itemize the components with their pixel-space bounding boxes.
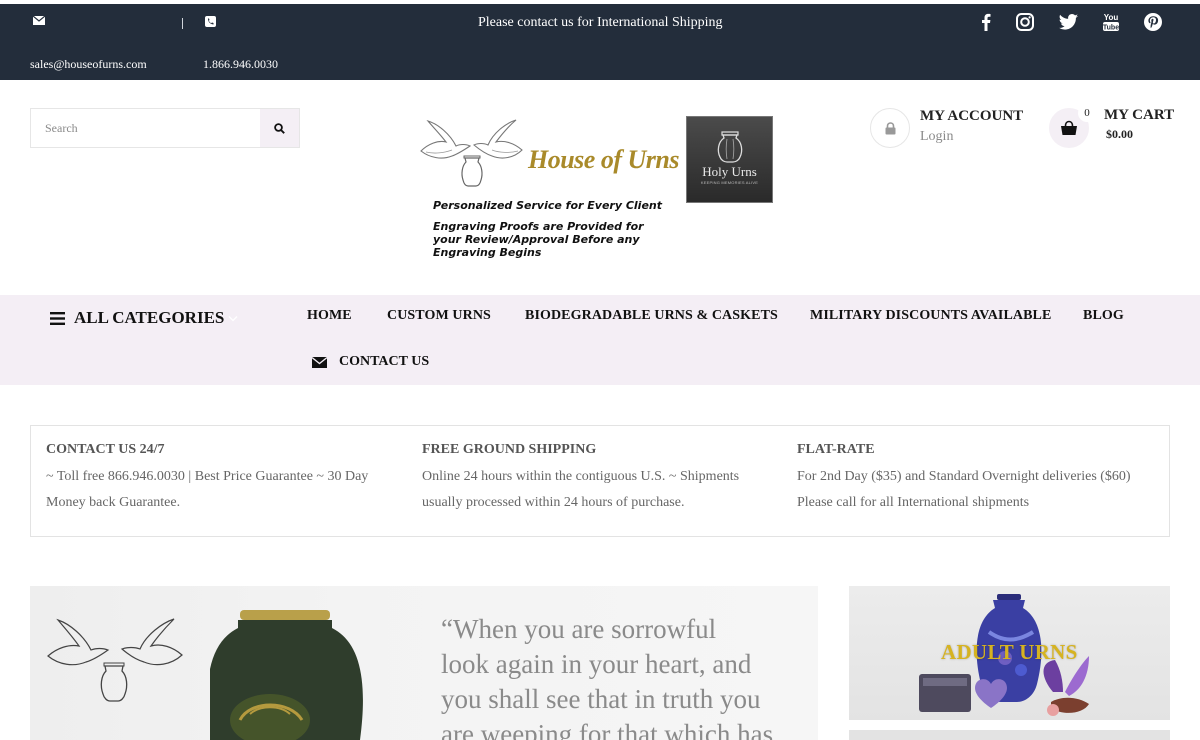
envelope-icon [312,356,327,368]
quote-line: “When you are sorrowful [441,614,717,644]
search-box [30,108,300,148]
account-button[interactable] [870,108,910,148]
nav-biodegradable[interactable]: BIODEGRADABLE URNS & CASKETS [525,308,778,324]
info-contact: CONTACT US 24/7 ~ Toll free 866.946.0030… [46,442,391,516]
hero-banner[interactable]: “When you are sorrowful look again in yo… [30,586,818,740]
tagline-engraving: Engraving Proofs are Provided for your R… [433,220,644,259]
my-cart-title[interactable]: MY CART [1104,107,1174,124]
info-shipping-text: Online 24 hours within the contiguous U.… [422,469,740,510]
svg-text:You: You [1104,13,1119,22]
hero-quote: “When you are sorrowful look again in yo… [441,612,773,740]
quote-line: are weeping for that which has [441,719,774,740]
tagline-personalized: Personalized Service for Every Client [433,199,663,212]
holy-urns-badge[interactable]: Holy Urns KEEPING MEMORIES ALIVE [686,116,773,203]
my-account-title[interactable]: MY ACCOUNT [920,108,1023,125]
youtube-icon[interactable]: You Tube [1101,12,1121,32]
quote-line: look again in your heart, and [441,649,752,679]
shipping-notice: Please contact us for International Ship… [478,15,723,30]
twitter-icon[interactable] [1058,12,1078,32]
quote-line: you shall see that in truth you [441,684,761,714]
green-urn-image [210,610,363,740]
all-categories-toggle[interactable]: ALL CATEGORIES [50,308,238,328]
envelope-icon [33,16,45,25]
info-shipping: FREE GROUND SHIPPING Online 24 hours wit… [422,442,767,516]
holy-urns-subtitle: KEEPING MEMORIES ALIVE [700,180,759,185]
adult-urns-banner[interactable]: ADULT URNS [849,586,1170,720]
top-bar: sales@houseofurns.com 1.866.946.0030 Ple… [0,4,1200,80]
nav-military-discounts[interactable]: MILITARY DISCOUNTS AVAILABLE [810,308,1051,324]
nav-contact-us[interactable]: CONTACT US [312,354,429,370]
nav-custom-urns[interactable]: CUSTOM URNS [387,308,491,324]
info-flat-rate-title: FLAT-RATE [797,442,875,457]
search-icon [274,122,285,134]
main-nav: ALL CATEGORIES HOME CUSTOM URNS BIODEGRA… [0,295,1200,385]
facebook-icon[interactable] [978,12,994,32]
info-box: CONTACT US 24/7 ~ Toll free 866.946.0030… [30,425,1170,537]
nav-blog[interactable]: BLOG [1083,308,1124,324]
search-input[interactable] [31,109,261,147]
holy-urns-name: Holy Urns [702,164,757,179]
topbar-phone-link[interactable]: 1.866.946.0030 [203,57,278,72]
nav-home[interactable]: HOME [307,308,352,324]
info-flat-rate: FLAT-RATE For 2nd Day ($35) and Standard… [797,442,1147,516]
phone-icon [205,16,216,27]
info-shipping-title: FREE GROUND SHIPPING [422,442,597,457]
login-link[interactable]: Login [920,129,953,145]
search-button[interactable] [260,109,299,147]
info-flat-rate-text: For 2nd Day ($35) and Standard Overnight… [797,469,1131,510]
info-contact-title: CONTACT US 24/7 [46,442,165,457]
chevron-down-icon [228,315,238,321]
cart-amount: $0.00 [1106,127,1133,141]
secondary-side-banner[interactable] [849,730,1170,740]
urn-outline-icon [717,131,743,163]
topbar-email-link[interactable]: sales@houseofurns.com [30,57,147,72]
pinterest-icon[interactable] [1143,12,1163,32]
instagram-icon[interactable] [1015,12,1035,32]
logo-wordmark[interactable]: House of Urns [528,145,679,175]
all-categories-label: ALL CATEGORIES [74,308,225,327]
info-contact-text: ~ Toll free 866.946.0030 | Best Price Gu… [46,469,369,510]
nav-contact-label: CONTACT US [339,354,430,369]
doves-logo-graphic [47,618,183,702]
topbar-divider [182,18,183,29]
hamburger-icon [50,311,65,325]
cart-count-badge: 0 [1078,104,1096,122]
adult-urns-label: ADULT URNS [941,640,1078,664]
shopping-bag-icon [1061,120,1077,135]
svg-text:Tube: Tube [1103,25,1119,32]
lock-icon [885,121,895,134]
